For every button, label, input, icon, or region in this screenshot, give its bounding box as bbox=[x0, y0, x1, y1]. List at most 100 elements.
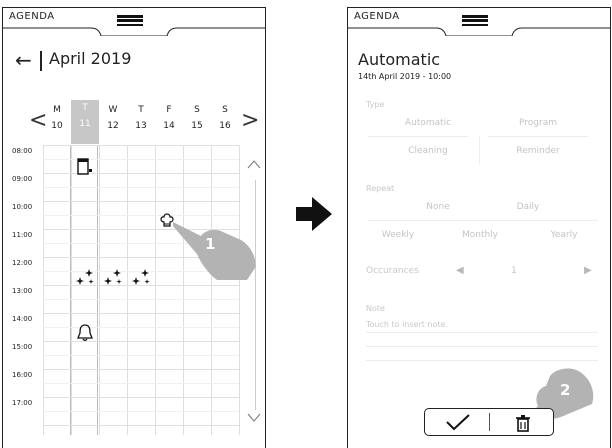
day-header[interactable]: T 11 bbox=[71, 100, 99, 144]
type-option-automatic[interactable]: Automatic bbox=[388, 118, 468, 128]
type-row-divider bbox=[368, 136, 468, 137]
agenda-tab-label: AGENDA bbox=[9, 11, 55, 22]
grid-column-line bbox=[155, 145, 156, 435]
agenda-calendar-screen: AGENDA ← April 2019 < > M 10 T 11 W 12 T 13 F 14 S… bbox=[2, 7, 266, 448]
day-number: 12 bbox=[107, 121, 119, 131]
grid-column-line bbox=[239, 145, 240, 435]
grid-column-line bbox=[211, 145, 212, 435]
sparkles-icon[interactable] bbox=[75, 267, 97, 287]
day-number: 15 bbox=[191, 121, 203, 131]
day-letter: T bbox=[82, 103, 88, 113]
day-number: 10 bbox=[51, 121, 63, 131]
time-label: 13:00 bbox=[12, 287, 33, 295]
increment-arrow-icon[interactable]: ▶ bbox=[584, 265, 592, 276]
scroll-down-icon[interactable] bbox=[247, 410, 261, 424]
step-callout-1: 1 bbox=[205, 235, 216, 253]
day-header[interactable]: M 10 bbox=[43, 102, 71, 134]
time-label: 17:00 bbox=[12, 399, 33, 407]
repeat-option-none[interactable]: None bbox=[398, 202, 478, 212]
day-letter: W bbox=[108, 105, 118, 115]
grid-row-line bbox=[43, 341, 239, 342]
day-letter: S bbox=[194, 105, 200, 115]
repeat-option-yearly[interactable]: Yearly bbox=[524, 230, 604, 240]
day-header[interactable]: F 14 bbox=[155, 102, 183, 134]
day-letter: M bbox=[53, 105, 61, 115]
grid-column-line bbox=[127, 145, 128, 435]
grid-row-line bbox=[43, 355, 239, 356]
time-label: 12:00 bbox=[12, 259, 33, 267]
back-arrow-icon[interactable]: ← bbox=[15, 50, 32, 70]
grid-row-line bbox=[43, 145, 239, 146]
grid-row-line bbox=[43, 313, 239, 314]
grid-column-line bbox=[71, 145, 72, 435]
grid-row-line bbox=[43, 187, 239, 188]
day-letter: S bbox=[222, 105, 228, 115]
note-line bbox=[366, 346, 598, 347]
grid-row-line bbox=[43, 159, 239, 160]
repeat-option-weekly[interactable]: Weekly bbox=[358, 230, 438, 240]
grid-column-line bbox=[99, 145, 100, 435]
grid-column-line bbox=[183, 145, 184, 435]
action-bar bbox=[424, 408, 554, 436]
bell-icon[interactable] bbox=[76, 323, 94, 343]
checkmark-icon[interactable] bbox=[445, 413, 471, 431]
scroll-track[interactable] bbox=[255, 180, 256, 410]
time-label: 10:00 bbox=[12, 203, 33, 211]
hamburger-menu-icon[interactable] bbox=[117, 15, 143, 27]
event-datetime: 14th April 2019 - 10:00 bbox=[358, 72, 452, 81]
grid-row-line bbox=[43, 173, 239, 174]
time-label: 08:00 bbox=[12, 147, 33, 155]
grid-row-line bbox=[43, 397, 239, 398]
grid-row-line bbox=[43, 327, 239, 328]
grid-row-line bbox=[43, 383, 239, 384]
time-label: 16:00 bbox=[12, 371, 33, 379]
event-detail-screen: AGENDA Automatic 14th April 2019 - 10:00… bbox=[347, 7, 611, 448]
grid-row-line bbox=[43, 411, 239, 412]
day-header[interactable]: S 16 bbox=[211, 102, 239, 134]
type-option-program[interactable]: Program bbox=[498, 118, 578, 128]
cooking-program-icon[interactable] bbox=[76, 158, 94, 176]
right-arrow-icon bbox=[296, 197, 332, 231]
day-letter: F bbox=[166, 105, 172, 115]
grid-row-line bbox=[43, 299, 239, 300]
grid-row-line bbox=[43, 201, 239, 202]
repeat-row-divider bbox=[368, 220, 598, 221]
scroll-up-icon[interactable] bbox=[247, 158, 261, 172]
day-number: 14 bbox=[163, 121, 175, 131]
type-column-divider bbox=[479, 136, 480, 164]
grid-row-line bbox=[43, 425, 239, 426]
type-option-reminder[interactable]: Reminder bbox=[498, 146, 578, 156]
step-callout-2: 2 bbox=[560, 381, 571, 399]
day-number: 11 bbox=[79, 119, 91, 129]
grid-row-line bbox=[43, 369, 239, 370]
type-row-divider bbox=[488, 136, 588, 137]
sparkles-icon[interactable] bbox=[131, 267, 153, 287]
repeat-option-daily[interactable]: Daily bbox=[488, 202, 568, 212]
action-divider bbox=[489, 413, 490, 431]
day-header[interactable]: T 13 bbox=[127, 102, 155, 134]
decrement-arrow-icon[interactable]: ◀ bbox=[456, 265, 464, 276]
trash-icon[interactable] bbox=[515, 414, 531, 432]
month-title: April 2019 bbox=[49, 49, 132, 68]
occurrences-label: Occurances bbox=[366, 266, 419, 276]
grid-row-line bbox=[43, 215, 239, 216]
time-label: 11:00 bbox=[12, 231, 33, 239]
time-label: 15:00 bbox=[12, 343, 33, 351]
note-line bbox=[366, 360, 598, 361]
occurrences-value: 1 bbox=[511, 266, 517, 276]
type-option-cleaning[interactable]: Cleaning bbox=[388, 146, 468, 156]
next-week-button[interactable]: > bbox=[241, 108, 259, 133]
sparkles-icon[interactable] bbox=[103, 267, 125, 287]
day-number: 13 bbox=[135, 121, 147, 131]
agenda-tab-label: AGENDA bbox=[354, 11, 400, 22]
note-line bbox=[366, 332, 598, 333]
hamburger-menu-icon[interactable] bbox=[462, 15, 488, 27]
day-header[interactable]: S 15 bbox=[183, 102, 211, 134]
day-header[interactable]: W 12 bbox=[99, 102, 127, 134]
pointing-hand-icon bbox=[173, 222, 256, 280]
time-label: 14:00 bbox=[12, 315, 33, 323]
day-letter: T bbox=[138, 105, 144, 115]
note-input[interactable]: Touch to insert note. bbox=[366, 320, 448, 329]
repeat-option-monthly[interactable]: Monthly bbox=[440, 230, 520, 240]
repeat-label: Repeat bbox=[366, 184, 395, 193]
